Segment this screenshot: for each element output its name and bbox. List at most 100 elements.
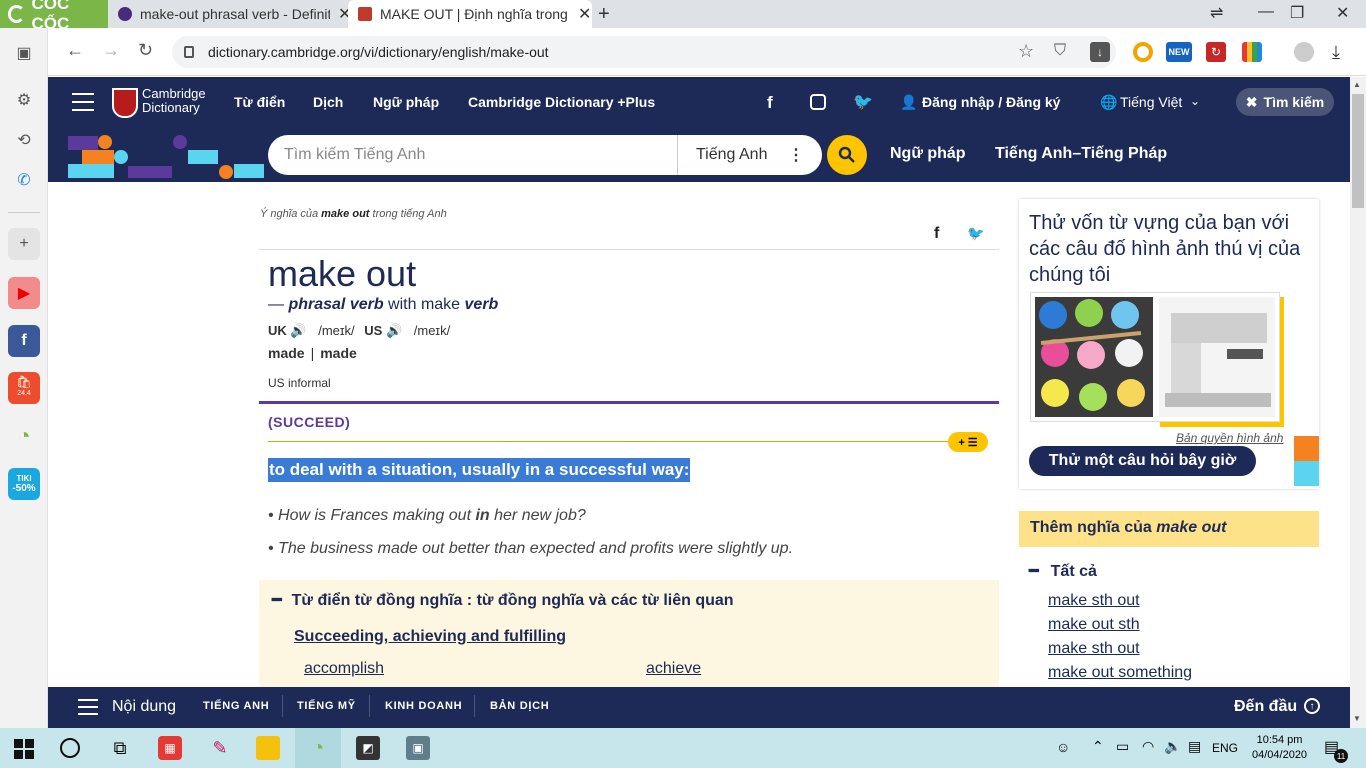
all-meanings-toggle[interactable]: ━ Tất cả [1029, 561, 1097, 581]
wifi-icon[interactable]: ◠ [1142, 738, 1154, 755]
login-link[interactable]: Đăng nhập / Đăng ký [922, 94, 1060, 110]
taskbar-app-icon[interactable]: ▦ [158, 736, 182, 760]
extension-new-icon[interactable]: NEW [1166, 42, 1192, 62]
hamburger-menu-icon[interactable] [72, 93, 94, 111]
bookmark-star-icon[interactable]: ☆ [1018, 41, 1034, 62]
instagram-icon[interactable] [810, 94, 826, 110]
nav-plus[interactable]: Cambridge Dictionary +Plus [468, 94, 655, 110]
reload-icon[interactable]: ↻ [138, 40, 153, 61]
try-quiz-button[interactable]: Thử một câu hỏi bây giờ [1029, 446, 1256, 476]
shield-icon[interactable]: ⛉ [1054, 42, 1066, 60]
forward-icon[interactable]: → [102, 40, 120, 61]
close-tab-icon[interactable]: ✕ [578, 4, 591, 24]
scroll-up-icon[interactable]: ▲ [1353, 80, 1361, 89]
language-selector[interactable]: Tiếng Việt [1120, 94, 1182, 110]
browser-brand[interactable]: CỐC CỐC [0, 0, 108, 33]
restore-tabs-icon[interactable]: ⇌ [1210, 3, 1223, 23]
clock[interactable]: 10:54 pm 04/04/2020 [1252, 733, 1307, 763]
extension-red-icon[interactable]: ↻ [1206, 42, 1226, 62]
people-icon[interactable]: ☺ [1056, 739, 1070, 755]
minimize-icon[interactable]: — [1258, 3, 1274, 21]
windows-start-icon[interactable] [14, 739, 34, 759]
search-button[interactable] [827, 135, 867, 175]
nav-translate[interactable]: Dịch [313, 94, 343, 110]
facebook-icon[interactable]: f [8, 325, 40, 357]
related-phrase-link[interactable]: make out sth [1048, 616, 1140, 634]
collapse-icon[interactable]: ━ [272, 592, 282, 609]
battery-icon[interactable]: ▭ [1116, 738, 1129, 755]
settings-gear-icon[interactable]: ⚙ [8, 84, 40, 116]
bottom-link-american[interactable]: TIẾNG MỸ [297, 700, 356, 712]
youtube-icon[interactable]: ▶ [8, 277, 40, 309]
image-copyright-link[interactable]: Bản quyền hình ảnh [1176, 431, 1283, 445]
thesaurus-category-link[interactable]: Succeeding, achieving and fulfilling [294, 628, 566, 646]
extension-colorful-icon[interactable] [1242, 42, 1262, 62]
nav-grammar[interactable]: Ngữ pháp [373, 94, 439, 110]
search-toggle-button[interactable]: ✖ Tìm kiếm [1236, 88, 1334, 116]
arrow-up-icon[interactable]: ↑ [1304, 698, 1320, 714]
more-options-icon[interactable]: ⋮ [788, 145, 804, 165]
add-panel-icon[interactable]: + [8, 228, 40, 260]
related-phrase-link[interactable]: make sth out [1048, 592, 1140, 610]
back-to-top-label[interactable]: Đến đầu [1234, 698, 1297, 716]
us-audio-icon[interactable]: 🔊 [386, 323, 402, 338]
related-phrase-link[interactable]: make sth out [1048, 640, 1140, 658]
search-field[interactable]: Tìm kiếm Tiếng Anh Tiếng Anh ⋮ [268, 135, 822, 175]
scrollbar-thumb[interactable] [1352, 94, 1364, 208]
twitter-icon[interactable]: 🐦 [853, 92, 873, 112]
site-logo[interactable]: Cambridge Dictionary [142, 87, 206, 115]
bottom-link-english[interactable]: TIẾNG ANH [203, 700, 269, 712]
collapse-icon[interactable]: ━ [1029, 563, 1039, 580]
tiki-icon[interactable]: TIKI -50% [8, 468, 40, 500]
scroll-down-icon[interactable]: ▼ [1353, 714, 1361, 723]
coccoc-taskbar-icon[interactable]: ◔ [306, 736, 330, 760]
back-icon[interactable]: ← [66, 40, 84, 61]
sticky-notes-icon[interactable]: ◩ [356, 736, 380, 760]
extension-circle-icon[interactable] [1133, 42, 1153, 62]
close-window-icon[interactable]: ✕ [1336, 3, 1349, 23]
contents-label[interactable]: Nội dung [112, 698, 176, 716]
maximize-icon[interactable]: ❐ [1290, 3, 1304, 23]
downloads-icon[interactable]: ⤓ [1332, 42, 1340, 63]
english-french-link[interactable]: Tiếng Anh–Tiếng Pháp [995, 145, 1167, 163]
new-tab-icon[interactable]: + [598, 3, 610, 26]
synonym-link[interactable]: accomplish [304, 660, 384, 678]
related-phrase-link[interactable]: make out something [1048, 664, 1192, 682]
bottom-link-translation[interactable]: BẢN DỊCH [490, 700, 549, 712]
tab-make-out-oxford[interactable]: make-out phrasal verb - Definiti ✕ [108, 0, 354, 28]
uk-audio-icon[interactable]: 🔊 [290, 323, 306, 338]
taskbar-app-icon[interactable]: ▣ [406, 736, 430, 760]
share-facebook-icon[interactable]: f [934, 225, 939, 243]
quiz-image[interactable] [1030, 292, 1280, 422]
nav-dictionary[interactable]: Từ điển [234, 94, 285, 110]
messenger-icon[interactable]: ✆ [8, 164, 40, 196]
search-input[interactable]: Tìm kiếm Tiếng Anh [268, 135, 678, 175]
shopee-icon[interactable]: 🛍 24.4 [8, 372, 40, 404]
volume-icon[interactable]: 🔈 [1164, 738, 1181, 755]
cortana-search-icon[interactable] [60, 738, 80, 758]
keyboard-icon[interactable]: ▤ [1188, 738, 1201, 755]
grammar-link[interactable]: Ngữ pháp [890, 145, 966, 163]
profile-avatar[interactable] [1294, 42, 1314, 62]
history-icon[interactable]: ⟲ [8, 124, 40, 156]
file-explorer-icon[interactable] [256, 736, 280, 760]
synonym-link[interactable]: achieve [646, 660, 701, 678]
download-ext-icon[interactable]: ↓ [1090, 42, 1110, 62]
taskbar-paint-icon[interactable]: ✎ [208, 736, 232, 760]
search-language-selector[interactable]: Tiếng Anh [678, 146, 788, 164]
facebook-icon[interactable]: f [767, 93, 773, 113]
chevron-up-icon[interactable]: ⌃ [1092, 738, 1104, 755]
input-language[interactable]: ENG [1212, 741, 1238, 755]
pos-verb-link[interactable]: verb [465, 296, 499, 313]
thesaurus-heading[interactable]: ━ Từ điển từ đồng nghĩa : từ đồng nghĩa v… [272, 590, 734, 610]
sidebar-toggle-icon[interactable]: ▣ [8, 37, 40, 69]
add-to-wordlist-button[interactable]: + ☰ [948, 432, 988, 452]
contents-menu-icon[interactable] [78, 699, 98, 715]
share-twitter-icon[interactable]: 🐦 [967, 225, 984, 242]
user-icon[interactable]: 👤 [900, 94, 917, 111]
bottom-link-business[interactable]: KINH DOANH [385, 700, 462, 712]
coccoc-green-icon[interactable]: ◔ [8, 420, 40, 452]
url-bar[interactable]: dictionary.cambridge.org/vi/dictionary/e… [172, 36, 1116, 68]
tab-make-out-cambridge[interactable]: MAKE OUT | Định nghĩa trong ✕ [348, 0, 592, 28]
task-view-icon[interactable]: ⧉ [108, 736, 132, 760]
